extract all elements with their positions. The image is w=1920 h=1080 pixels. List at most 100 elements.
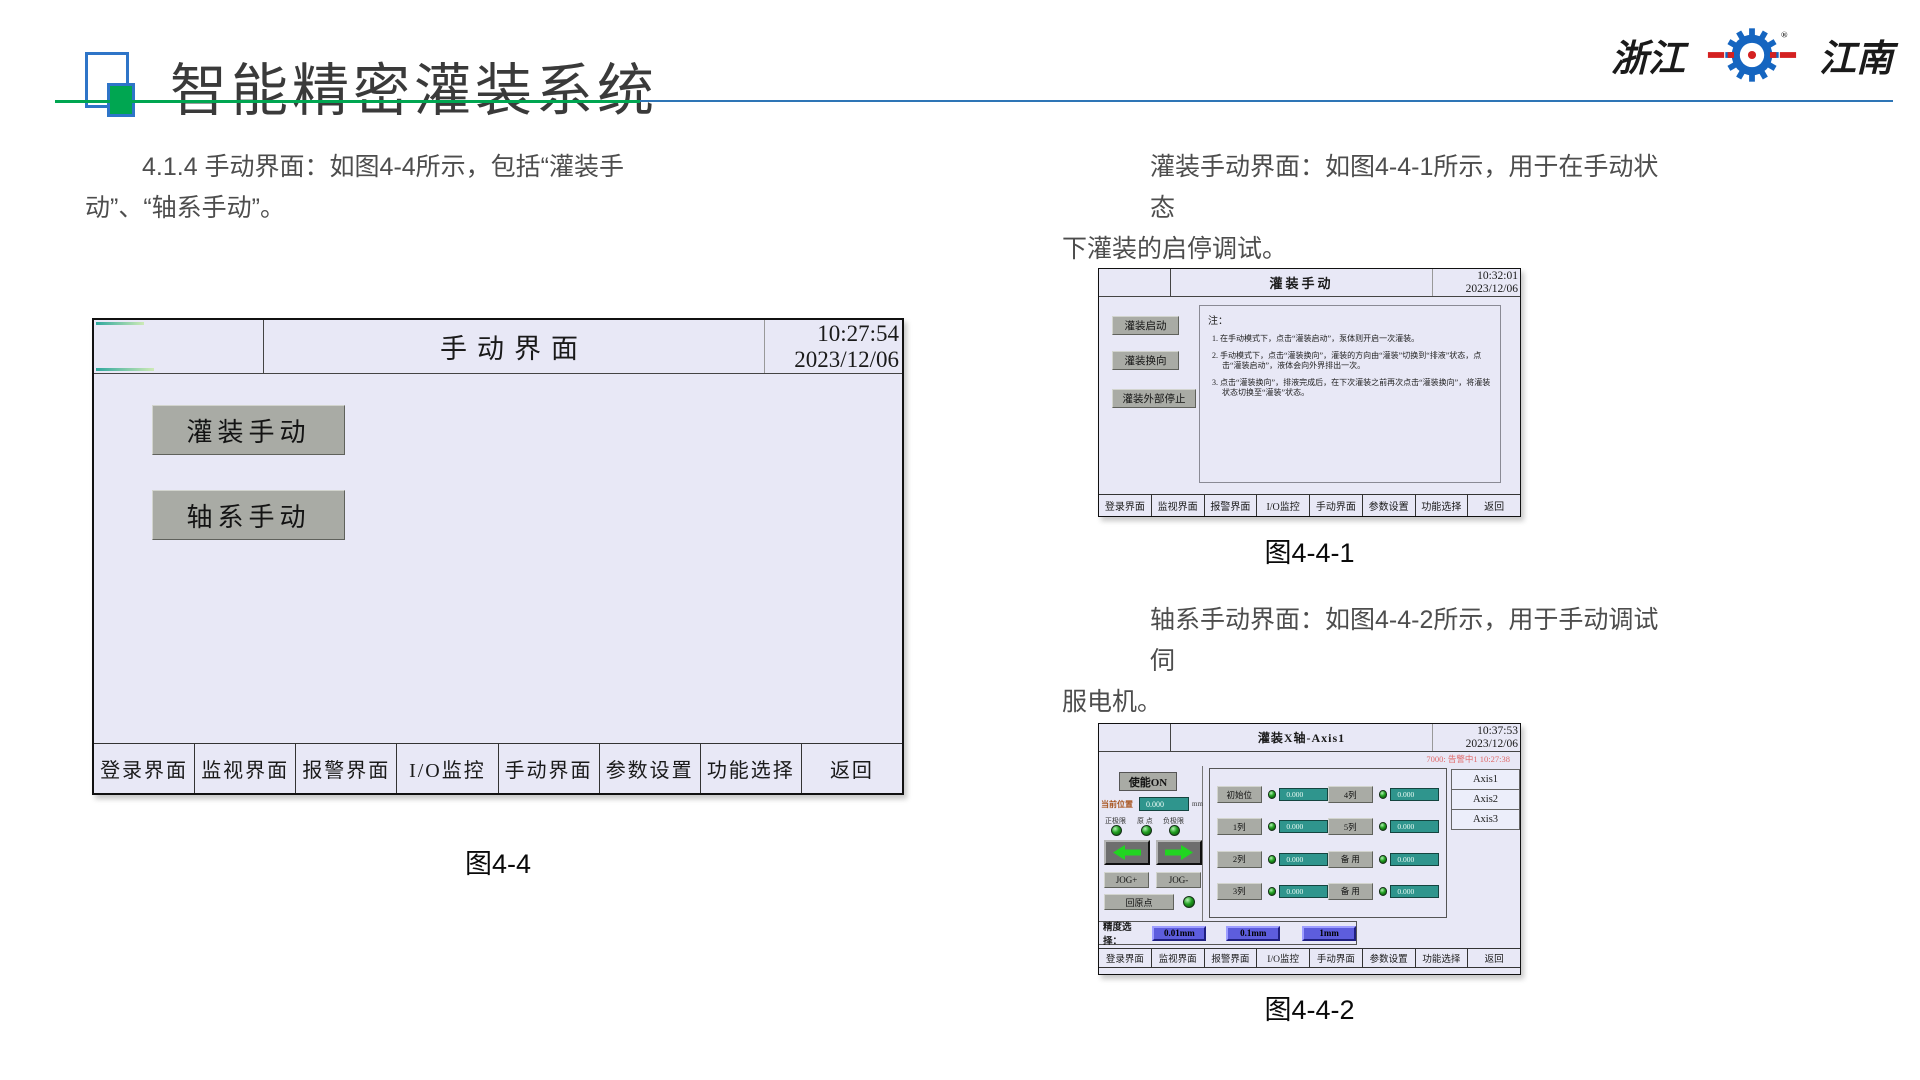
brand-text-right: 江南 — [1819, 28, 1893, 82]
hmi-date: 2023/12/06 — [1433, 738, 1518, 751]
nav-manual[interactable]: 手动界面 — [1310, 949, 1363, 967]
filling-reverse-button[interactable]: 灌装换向 — [1112, 351, 1179, 370]
nav-params[interactable]: 参数设置 — [600, 744, 701, 793]
status-led — [1268, 887, 1277, 896]
tab-axis2[interactable]: Axis2 — [1451, 789, 1520, 810]
nav-manual[interactable]: 手动界面 — [1310, 495, 1363, 516]
grid-row: 1列 0.000 5列 0.000 — [1217, 818, 1439, 835]
status-led — [1268, 855, 1277, 864]
grid-row: 2列 0.000 备 用 0.000 — [1217, 851, 1439, 868]
nav-login[interactable]: 登录界面 — [94, 744, 195, 793]
jog-right-button[interactable] — [1156, 840, 1202, 865]
home-button[interactable]: 回原点 — [1104, 894, 1174, 910]
nav-params[interactable]: 参数设置 — [1363, 495, 1416, 516]
hmi-clock: 10:37:53 2023/12/06 — [1432, 724, 1520, 751]
positive-limit-led — [1111, 825, 1122, 836]
nav-io[interactable]: I/O监控 — [397, 744, 498, 793]
paragraph-line: 轴系手动界面：如图4-4-2所示，用于手动调试伺 — [1062, 600, 1682, 682]
precision-1mm-button[interactable]: 1mm — [1302, 926, 1356, 941]
nav-alarm[interactable]: 报警界面 — [296, 744, 397, 793]
header-divider-green — [55, 100, 640, 103]
nav-return[interactable]: 返回 — [1468, 949, 1520, 967]
axis-tab-list: Axis1 Axis2 Axis3 — [1451, 770, 1520, 830]
enable-on-button[interactable]: 使能ON — [1119, 772, 1177, 791]
position-value: 0.000 — [1279, 788, 1328, 801]
precision-0.1mm-button[interactable]: 0.1mm — [1226, 926, 1280, 941]
position-value: 0.000 — [1390, 820, 1439, 833]
corner-mark — [96, 368, 154, 371]
nav-login[interactable]: 登录界面 — [1099, 495, 1152, 516]
hmi-nav-bar: 登录界面 监视界面 报警界面 I/O监控 手动界面 参数设置 功能选择 返回 — [94, 743, 902, 793]
company-logo: 浙江 — [1611, 26, 1893, 84]
status-led — [1379, 855, 1388, 864]
position-button-col1[interactable]: 1列 — [1217, 818, 1262, 835]
nav-manual[interactable]: 手动界面 — [499, 744, 600, 793]
hmi-top-bar: 灌装手动 10:32:01 2023/12/06 — [1099, 269, 1520, 297]
paragraph-line: 4.1.4 手动界面：如图4-4所示，包括“灌装手 — [85, 147, 705, 188]
nav-function[interactable]: 功能选择 — [701, 744, 802, 793]
tab-axis1[interactable]: Axis1 — [1451, 769, 1520, 790]
status-led — [1379, 790, 1388, 799]
nav-monitor[interactable]: 监视界面 — [1152, 495, 1205, 516]
nav-monitor[interactable]: 监视界面 — [195, 744, 296, 793]
position-button-initial[interactable]: 初始位 — [1217, 786, 1262, 803]
hmi-logo-cell — [94, 320, 264, 373]
position-button-col4[interactable]: 4列 — [1328, 786, 1373, 803]
nav-io[interactable]: I/O监控 — [1257, 495, 1310, 516]
position-value: 0.000 — [1390, 853, 1439, 866]
grid-row: 初始位 0.000 4列 0.000 — [1217, 786, 1439, 803]
filling-external-stop-button[interactable]: 灌装外部停止 — [1112, 389, 1196, 408]
nav-function[interactable]: 功能选择 — [1416, 495, 1469, 516]
nav-function[interactable]: 功能选择 — [1416, 949, 1469, 967]
header-divider — [55, 100, 1893, 104]
nav-params[interactable]: 参数设置 — [1363, 949, 1416, 967]
position-value: 0.000 — [1390, 885, 1439, 898]
axis-manual-button[interactable]: 轴系手动 — [152, 490, 345, 540]
position-value: 0.000 — [1279, 853, 1328, 866]
hmi-filling-screen: 灌装手动 10:32:01 2023/12/06 灌装启动 灌装换向 灌装外部停… — [1098, 268, 1521, 517]
precision-0.01mm-button[interactable]: 0.01mm — [1152, 926, 1206, 941]
note-item: 3. 点击“灌装换向”，排液完成后，在下次灌装之前再次点击“灌装换向”，将灌装状… — [1208, 378, 1492, 398]
figure-caption: 图4-4 — [92, 842, 904, 881]
filling-start-button[interactable]: 灌装启动 — [1112, 316, 1179, 335]
axis-position-grid: 初始位 0.000 4列 0.000 1列 0.000 5列 0.000 — [1209, 768, 1447, 918]
nav-login[interactable]: 登录界面 — [1099, 949, 1152, 967]
figure-caption: 图4-4-1 — [1098, 531, 1521, 570]
nav-monitor[interactable]: 监视界面 — [1152, 949, 1205, 967]
hmi-body: 灌装启动 灌装换向 灌装外部停止 注： 1. 在手动模式下，点击“灌装启动”，泵… — [1099, 297, 1520, 487]
section-paragraph: 轴系手动界面：如图4-4-2所示，用于手动调试伺 服电机。 — [1062, 600, 1682, 723]
status-led — [1268, 822, 1277, 831]
hmi-body: 使能ON 当前位置 0.000 mm 正极限 原 点 负极限 JOG+ JOG-… — [1099, 766, 1520, 921]
hmi-screen-title: 手动界面 — [264, 320, 764, 373]
gear-icon: ® — [1693, 26, 1811, 84]
position-value: 0.000 — [1279, 820, 1328, 833]
nav-alarm[interactable]: 报警界面 — [1205, 949, 1258, 967]
position-value: 0.000 — [1390, 788, 1439, 801]
nav-alarm[interactable]: 报警界面 — [1205, 495, 1258, 516]
hmi-time: 10:27:54 — [765, 321, 899, 347]
filling-manual-button[interactable]: 灌装手动 — [152, 405, 345, 455]
hmi-logo-cell — [1099, 269, 1171, 296]
position-button-spare[interactable]: 备 用 — [1328, 883, 1373, 900]
position-button-col5[interactable]: 5列 — [1328, 818, 1373, 835]
status-led — [1268, 790, 1277, 799]
home-led — [1183, 896, 1195, 908]
position-button-col2[interactable]: 2列 — [1217, 851, 1262, 868]
hmi-clock: 10:27:54 2023/12/06 — [764, 320, 902, 373]
document-logo-mark — [85, 52, 155, 122]
jog-left-button[interactable] — [1104, 840, 1150, 865]
position-value: 0.000 — [1279, 885, 1328, 898]
tab-axis3[interactable]: Axis3 — [1451, 809, 1520, 830]
jog-plus-button[interactable]: JOG+ — [1104, 872, 1149, 888]
section-paragraph: 4.1.4 手动界面：如图4-4所示，包括“灌装手 动”、“轴系手动”。 — [85, 147, 705, 229]
nav-io[interactable]: I/O监控 — [1257, 949, 1310, 967]
nav-return[interactable]: 返回 — [1468, 495, 1520, 516]
hmi-top-bar: 手动界面 10:27:54 2023/12/06 — [94, 320, 902, 374]
jog-minus-button[interactable]: JOG- — [1156, 872, 1201, 888]
nav-return[interactable]: 返回 — [802, 744, 902, 793]
paragraph-line: 下灌装的启停调试。 — [1062, 229, 1682, 270]
position-button-col3[interactable]: 3列 — [1217, 883, 1262, 900]
hmi-date: 2023/12/06 — [1433, 283, 1518, 296]
position-button-spare[interactable]: 备 用 — [1328, 851, 1373, 868]
paragraph-line: 灌装手动界面：如图4-4-1所示，用于在手动状态 — [1062, 147, 1682, 229]
